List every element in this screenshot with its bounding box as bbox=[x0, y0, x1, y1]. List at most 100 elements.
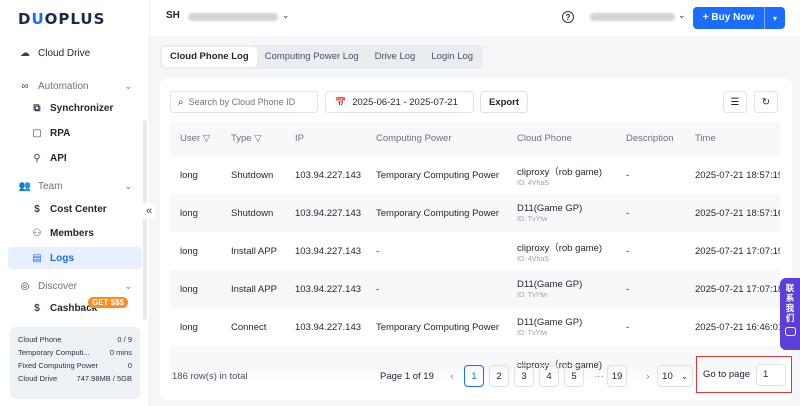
cell-description: - bbox=[626, 156, 629, 194]
cell-description-value: - bbox=[626, 245, 630, 257]
stat-fixed-computing: Fixed Computing Power 0 bbox=[18, 361, 132, 370]
page-button[interactable]: 1 bbox=[464, 365, 484, 387]
tab-cloud-phone-log[interactable]: Cloud Phone Log bbox=[162, 47, 257, 67]
calendar-icon: 📅 bbox=[335, 96, 347, 107]
cell-time: 2025-07-21 17:07:18 bbox=[695, 270, 780, 308]
cell-ip-value: 103.94.227.143 bbox=[295, 283, 362, 295]
cell-user-value: long bbox=[180, 207, 198, 219]
column-settings-icon[interactable]: ☰ bbox=[723, 91, 747, 113]
table-row: long Shutdown 103.94.227.143 Temporary Comp… bbox=[170, 156, 780, 194]
log-card: ⌕ 📅 2025-06-21 - 2025-07-21 Export ☰ ↻ U… bbox=[160, 78, 792, 400]
chevron-down-icon[interactable]: ⌄ bbox=[678, 10, 686, 21]
duoplus-logo[interactable]: DUOPLUS bbox=[18, 10, 105, 28]
contact-us-widget[interactable]: 联 系 我 们 bbox=[780, 278, 800, 350]
cell-user: long bbox=[180, 270, 198, 308]
cell-type-value: Shutdown bbox=[231, 169, 274, 181]
cell-ip-value: 103.94.227.143 bbox=[295, 321, 362, 333]
cell-description-value: - bbox=[626, 283, 630, 295]
column-header-type[interactable]: Type ▽ bbox=[231, 122, 262, 156]
cell-type-value: Install APP bbox=[231, 245, 277, 257]
page-button[interactable]: 5 bbox=[564, 365, 584, 387]
pagination-ellipsis[interactable]: ··· bbox=[589, 365, 609, 387]
page-indicator: Page 1 of 19 bbox=[380, 371, 434, 382]
cell-cloud-phone: cliproxy（rob game) ID: 4VhaS bbox=[517, 232, 602, 270]
search-input[interactable] bbox=[188, 97, 309, 107]
cell-user: long bbox=[180, 308, 198, 346]
page-button[interactable]: 4 bbox=[539, 365, 559, 387]
dollar-icon: $ bbox=[34, 203, 40, 215]
sidebar-item-cloud-drive[interactable]: ☁ Cloud Drive bbox=[8, 42, 142, 64]
sidebar-item-label: RPA bbox=[50, 127, 71, 139]
team-avatar[interactable]: SH bbox=[166, 10, 180, 21]
help-icon[interactable]: ? bbox=[562, 11, 574, 23]
filter-icon[interactable]: ▽ bbox=[254, 133, 261, 144]
sidebar-item-label: API bbox=[50, 152, 67, 164]
sidebar-item-label: Synchronizer bbox=[50, 102, 114, 114]
cell-user: long bbox=[180, 156, 198, 194]
cell-user-value: long bbox=[180, 321, 198, 333]
cloud-phone-id: ID: 4VhaS bbox=[517, 179, 549, 187]
team-icon: 👥 bbox=[18, 180, 32, 192]
tab-login-log[interactable]: Login Log bbox=[423, 47, 481, 67]
sidebar-scrollbar[interactable] bbox=[143, 120, 147, 320]
page-button[interactable]: 3 bbox=[514, 365, 534, 387]
cell-cloud-phone: cliproxy（rob game) ID: 4VhaS bbox=[517, 156, 602, 194]
cashback-badge: GET $$$ bbox=[88, 297, 129, 308]
prev-page-icon[interactable]: ‹ bbox=[442, 365, 462, 387]
cell-computing-power-value: Temporary Computing Power bbox=[376, 321, 500, 333]
cell-type-value: Shutdown bbox=[231, 207, 274, 219]
cell-description: - bbox=[626, 270, 629, 308]
cell-computing-power: - bbox=[376, 270, 379, 308]
chevron-down-icon: ⌄ bbox=[124, 80, 132, 91]
cell-cloud-phone: D11(Game GP) ID: TvYtw bbox=[517, 308, 582, 346]
sidebar-item-synchronizer[interactable]: ⧉ Synchronizer bbox=[8, 97, 142, 119]
chevron-down-icon[interactable]: ⌄ bbox=[282, 10, 290, 21]
chevron-down-icon[interactable]: ▾ bbox=[765, 14, 785, 23]
cell-ip: 103.94.227.143 bbox=[295, 156, 361, 194]
top-header: SH ⌄ ? ⌄ + Buy Now ▾ bbox=[150, 0, 800, 36]
column-header-user[interactable]: User ▽ bbox=[180, 122, 210, 156]
cell-cloud-phone-value: D11(Game GP) bbox=[517, 279, 583, 290]
sidebar-group-discover[interactable]: ◎ Discover ⌄ bbox=[8, 275, 142, 297]
page-button[interactable]: 19 bbox=[607, 365, 627, 387]
cell-computing-power: Temporary Computing Power bbox=[376, 156, 499, 194]
tab-computing-power-log[interactable]: Computing Power Log bbox=[257, 47, 367, 67]
cell-ip: 103.94.227.143 bbox=[295, 270, 361, 308]
goto-page-input[interactable] bbox=[756, 363, 787, 386]
cell-computing-power-value: - bbox=[376, 283, 380, 295]
refresh-icon[interactable]: ↻ bbox=[754, 91, 778, 113]
search-box[interactable]: ⌕ bbox=[170, 91, 318, 113]
buy-now-button[interactable]: + Buy Now ▾ bbox=[693, 7, 785, 29]
cell-user: long bbox=[180, 194, 198, 232]
export-button[interactable]: Export bbox=[480, 91, 528, 113]
tab-drive-log[interactable]: Drive Log bbox=[367, 47, 424, 67]
column-header-computing-power: Computing Power bbox=[376, 133, 452, 144]
next-page-icon[interactable]: › bbox=[638, 365, 658, 387]
cell-description-value: - bbox=[626, 169, 630, 181]
sidebar: DUOPLUS ☁ Cloud Drive ∞ Automation ⌄ ⧉ S… bbox=[0, 0, 150, 406]
sidebar-group-label: Automation bbox=[38, 80, 89, 92]
sidebar-group-automation[interactable]: ∞ Automation ⌄ bbox=[8, 75, 142, 97]
account-name-redacted bbox=[590, 13, 675, 21]
goto-page-label: Go to page bbox=[703, 369, 751, 380]
collapse-sidebar-icon[interactable]: « bbox=[143, 203, 155, 219]
sidebar-item-rpa[interactable]: ▢ RPA bbox=[8, 122, 142, 144]
sidebar-item-api[interactable]: ⚲ API bbox=[8, 147, 142, 169]
table-row: long Install APP 103.94.227.143 - D11(Game G… bbox=[170, 270, 780, 308]
cell-cloud-phone: D11(Game GP) ID: TvYtw bbox=[517, 270, 582, 308]
sidebar-item-logs[interactable]: ▤ Logs bbox=[8, 247, 142, 269]
page-button[interactable]: 2 bbox=[489, 365, 509, 387]
sidebar-item-members[interactable]: ⚇ Members bbox=[8, 222, 142, 244]
cell-ip: 103.94.227.143 bbox=[295, 194, 361, 232]
cell-type-value: Connect bbox=[231, 321, 267, 333]
page-size-select[interactable]: 10 ⌄ bbox=[657, 365, 693, 387]
compass-icon: ◎ bbox=[20, 280, 30, 292]
cell-user-value: long bbox=[180, 169, 198, 181]
chevron-down-icon: ⌄ bbox=[124, 280, 132, 291]
filter-icon[interactable]: ▽ bbox=[203, 133, 210, 144]
sidebar-group-label: Team bbox=[38, 180, 63, 192]
sidebar-group-team[interactable]: 👥 Team ⌄ bbox=[8, 175, 142, 197]
log-table: User ▽ Type ▽ IP Computing Power Cloud P… bbox=[170, 122, 780, 384]
sidebar-item-cost-center[interactable]: $ Cost Center bbox=[8, 198, 142, 220]
date-range-picker[interactable]: 📅 2025-06-21 - 2025-07-21 bbox=[325, 91, 474, 113]
